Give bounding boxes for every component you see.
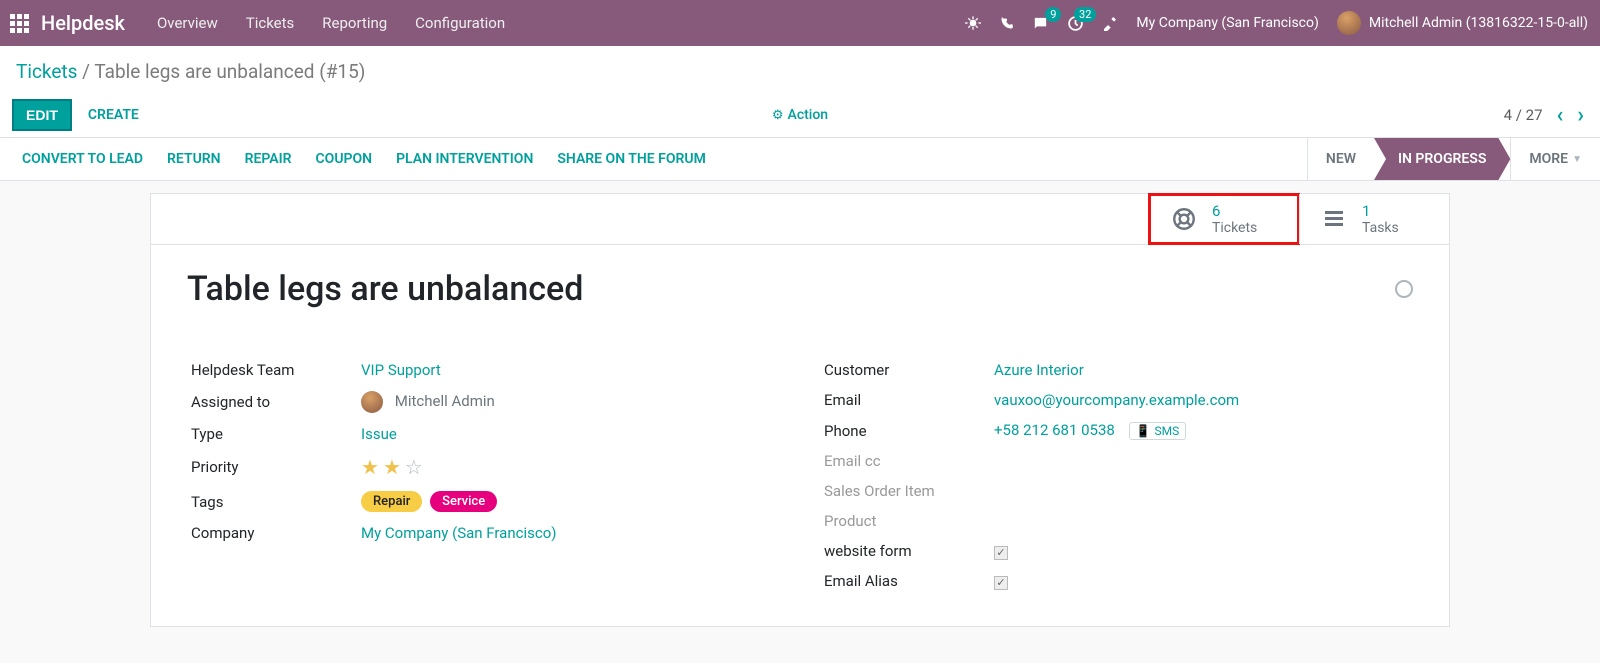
label-phone: Phone (820, 415, 990, 446)
label-soitem: Sales Order Item (820, 476, 990, 506)
create-button[interactable]: CREATE (88, 107, 139, 123)
star-2-icon[interactable]: ★ (383, 455, 401, 479)
stat-tickets-count: 6 (1212, 202, 1257, 220)
star-3-icon[interactable]: ☆ (405, 455, 423, 479)
pager-prev-icon[interactable]: ‹ (1557, 103, 1564, 128)
label-tags: Tags (187, 485, 357, 518)
sms-button[interactable]: 📱 SMS (1129, 422, 1187, 440)
phone-sms-icon: 📱 (1136, 424, 1151, 438)
activities-icon[interactable]: 32 (1067, 15, 1084, 32)
company-switcher[interactable]: My Company (San Francisco) (1136, 15, 1318, 31)
label-emailcc: Email cc (820, 446, 990, 476)
breadcrumb: Tickets / Table legs are unbalanced (#15… (0, 46, 1600, 93)
assignee-avatar-icon (361, 391, 383, 413)
priority-stars[interactable]: ★ ★ ☆ (361, 455, 423, 479)
user-menu[interactable]: Mitchell Admin (13816322-15-0-all) (1337, 11, 1588, 35)
label-priority: Priority (187, 449, 357, 485)
toolbar-repair[interactable]: REPAIR (245, 151, 292, 167)
avatar-icon (1337, 11, 1361, 35)
status-new[interactable]: NEW (1307, 138, 1374, 180)
toolbar-coupon[interactable]: COUPON (316, 151, 373, 167)
nav-tickets[interactable]: Tickets (246, 14, 295, 32)
value-team[interactable]: VIP Support (361, 361, 441, 379)
stat-tickets-button[interactable]: 6 Tickets (1149, 194, 1299, 244)
stat-tickets-label: Tickets (1212, 220, 1257, 236)
apps-icon[interactable] (10, 14, 29, 33)
stat-tasks-count: 1 (1362, 202, 1399, 220)
toolbar-plan-intervention[interactable]: PLAN INTERVENTION (396, 151, 533, 167)
pager-text[interactable]: 4 / 27 (1504, 106, 1543, 124)
kanban-state-toggle[interactable] (1395, 280, 1413, 298)
checkbox-webform[interactable]: ✓ (994, 546, 1008, 560)
toolbar-convert-to-lead[interactable]: CONVERT TO LEAD (22, 151, 143, 167)
action-dropdown[interactable]: ⚙Action (772, 107, 828, 123)
value-customer[interactable]: Azure Interior (994, 361, 1084, 379)
value-email[interactable]: vauxoo@yourcompany.example.com (994, 391, 1239, 409)
checkbox-alias[interactable]: ✓ (994, 576, 1008, 590)
top-navbar: Helpdesk Overview Tickets Reporting Conf… (0, 0, 1600, 46)
label-email: Email (820, 385, 990, 415)
tag-repair[interactable]: Repair (361, 491, 422, 512)
messages-badge: 9 (1045, 7, 1061, 22)
chevron-down-icon: ▼ (1572, 154, 1582, 165)
app-brand[interactable]: Helpdesk (41, 11, 125, 35)
form-card: 6 Tickets 1 Tasks Table legs are unbalan… (150, 193, 1450, 627)
messages-icon[interactable]: 9 (1032, 15, 1049, 32)
gear-icon: ⚙ (772, 108, 784, 123)
tasks-icon (1320, 205, 1348, 233)
label-team: Helpdesk Team (187, 355, 357, 385)
bug-icon[interactable] (965, 15, 981, 31)
stat-tasks-button[interactable]: 1 Tasks (1299, 194, 1449, 244)
phone-icon[interactable] (999, 16, 1014, 31)
label-webform: website form (820, 536, 990, 566)
label-type: Type (187, 419, 357, 449)
breadcrumb-root[interactable]: Tickets (16, 60, 77, 83)
label-customer: Customer (820, 355, 990, 385)
lifebuoy-icon (1170, 205, 1198, 233)
value-company[interactable]: My Company (San Francisco) (361, 524, 556, 542)
label-product: Product (820, 506, 990, 536)
toolbar-return[interactable]: RETURN (167, 151, 221, 167)
value-phone[interactable]: +58 212 681 0538 (994, 421, 1115, 439)
breadcrumb-current: Table legs are unbalanced (#15) (94, 60, 365, 83)
edit-button[interactable]: EDIT (12, 99, 72, 131)
tools-icon[interactable] (1102, 15, 1118, 31)
pager-next-icon[interactable]: › (1577, 103, 1584, 128)
activities-badge: 32 (1074, 7, 1096, 22)
value-assigned[interactable]: Mitchell Admin (395, 392, 495, 410)
status-in-progress[interactable]: IN PROGRESS (1374, 138, 1510, 180)
stat-tasks-label: Tasks (1362, 220, 1399, 236)
tag-service[interactable]: Service (430, 491, 497, 512)
status-more[interactable]: MORE▼ (1510, 138, 1600, 180)
nav-overview[interactable]: Overview (157, 14, 218, 32)
toolbar-share-forum[interactable]: SHARE ON THE FORUM (557, 151, 705, 167)
star-1-icon[interactable]: ★ (361, 455, 379, 479)
nav-configuration[interactable]: Configuration (415, 14, 505, 32)
label-alias: Email Alias (820, 566, 990, 596)
label-company: Company (187, 518, 357, 548)
user-name: Mitchell Admin (13816322-15-0-all) (1369, 15, 1588, 31)
label-assigned: Assigned to (187, 385, 357, 419)
nav-reporting[interactable]: Reporting (322, 14, 387, 32)
value-type[interactable]: Issue (361, 425, 397, 443)
record-title: Table legs are unbalanced (187, 269, 583, 309)
